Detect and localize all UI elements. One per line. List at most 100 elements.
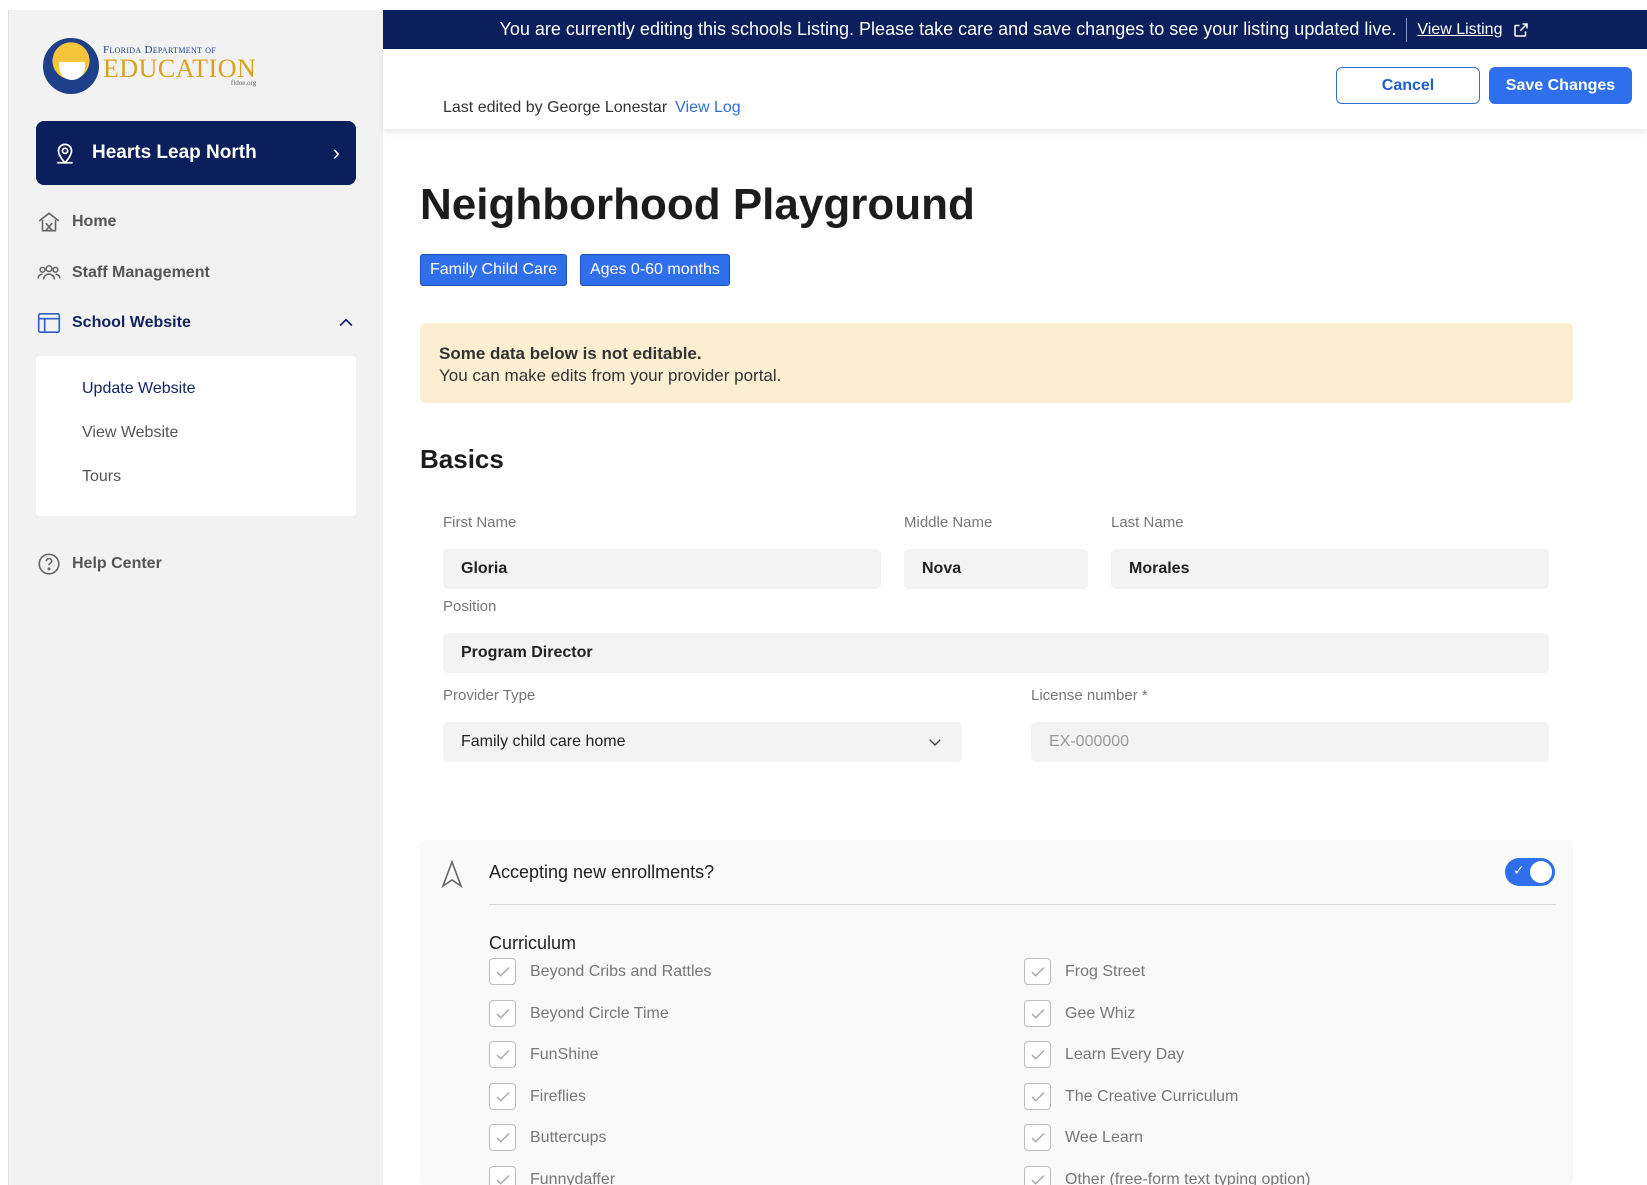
card-divider [489,904,1556,905]
curriculum-option-label: Beyond Circle Time [530,1004,669,1022]
fldoe-logo[interactable]: Florida Department of EDUCATION fldoe.or… [43,38,256,94]
notice-heading: Some data below is not editable. [439,344,702,363]
school-name: Hearts Leap North [92,142,257,163]
nav-help-label: Help Center [72,555,162,572]
nav-home[interactable]: Home [36,209,116,235]
last-edited-info: Last edited by George Lonestar View Log [443,99,741,117]
curriculum-option[interactable]: Beyond Cribs and Rattles [489,958,711,985]
check-icon [495,1132,510,1143]
curriculum-option[interactable]: Other (free-form text typing option) [1024,1166,1310,1185]
tag-age-range: Ages 0-60 months [580,254,730,286]
check-icon [495,1008,510,1019]
first-name-label: First Name [443,514,517,531]
fldoe-seal-icon [43,38,99,94]
checkbox[interactable] [489,1041,516,1068]
chevron-up-icon[interactable] [336,313,356,333]
checkbox[interactable] [489,1000,516,1027]
sidebar: Florida Department of EDUCATION fldoe.or… [8,10,383,1185]
checkbox[interactable] [1024,1041,1051,1068]
provider-type-value: Family child care home [461,733,626,750]
curriculum-option[interactable]: FunShine [489,1041,599,1068]
checkbox[interactable] [489,1166,516,1185]
curriculum-option-label: Frog Street [1065,962,1146,980]
nav-school-website-label: School Website [72,314,191,331]
accepting-enrollments-toggle[interactable]: ✓ [1505,858,1555,886]
checkbox[interactable] [1024,1166,1051,1185]
last-name-label: Last Name [1111,514,1184,531]
editing-banner: You are currently editing this schools L… [383,10,1647,49]
help-icon [38,553,60,575]
curriculum-option[interactable]: The Creative Curriculum [1024,1083,1238,1110]
middle-name-label: Middle Name [904,514,993,531]
view-log-link[interactable]: View Log [675,99,741,116]
curriculum-option-label: Learn Every Day [1065,1045,1185,1063]
curriculum-heading: Curriculum [489,933,577,953]
checkbox[interactable] [489,958,516,985]
view-listing-link[interactable]: View Listing [1417,21,1502,39]
subnav-update-website[interactable]: Update Website [82,380,196,398]
browser-window-icon [37,312,61,334]
nav-help-center[interactable]: Help Center [36,551,162,577]
subnav-tours[interactable]: Tours [82,468,121,486]
checkbox[interactable] [489,1083,516,1110]
nav-school-website[interactable]: School Website [36,310,356,336]
checkbox[interactable] [1024,1083,1051,1110]
navigation-arrow-icon [441,860,463,888]
home-icon [38,212,60,232]
banner-separator [1406,17,1408,42]
curriculum-option[interactable]: Learn Every Day [1024,1041,1184,1068]
logo-sub-text: fldoe.org [230,79,257,87]
curriculum-option-label: Buttercups [530,1128,607,1146]
not-editable-notice: Some data below is not editable. You can… [420,323,1573,403]
curriculum-option-label: Gee Whiz [1065,1004,1136,1022]
banner-message: You are currently editing this schools L… [499,19,1397,39]
check-icon [495,1091,510,1102]
page-title: Neighborhood Playground [420,180,975,229]
school-switcher[interactable]: Hearts Leap North › [36,121,356,185]
position-field[interactable]: Program Director [443,633,1549,673]
subnav-view-website[interactable]: View Website [82,424,178,442]
nav-staff-management[interactable]: Staff Management [36,260,210,286]
external-link-icon[interactable] [1512,21,1530,39]
checkbox[interactable] [489,1124,516,1151]
tag-provider-type: Family Child Care [420,254,568,286]
curriculum-option-label: Wee Learn [1065,1128,1143,1146]
curriculum-option[interactable]: Beyond Circle Time [489,1000,669,1027]
curriculum-option[interactable]: Frog Street [1024,958,1145,985]
first-name-field[interactable]: Gloria [443,549,881,589]
curriculum-option[interactable]: Buttercups [489,1124,606,1151]
curriculum-option[interactable]: Fireflies [489,1083,586,1110]
checkbox[interactable] [1024,1124,1051,1151]
curriculum-option-label: FunShine [530,1045,599,1063]
accepting-enrollments-label: Accepting new enrollments? [489,862,715,882]
check-icon [1030,1049,1045,1060]
curriculum-option-label: Funnydaffer [530,1170,616,1185]
nav-home-label: Home [72,213,117,230]
curriculum-option[interactable]: Funnydaffer [489,1166,615,1185]
check-icon [495,966,510,977]
curriculum-option-label: Fireflies [530,1087,587,1105]
check-icon [1030,1174,1045,1185]
editor-header: Last edited by George Lonestar View Log C… [383,49,1647,129]
people-icon [37,265,61,280]
check-icon: ✓ [1513,862,1525,878]
checkbox[interactable] [1024,1000,1051,1027]
curriculum-option[interactable]: Wee Learn [1024,1124,1143,1151]
cancel-button[interactable]: Cancel [1336,67,1480,104]
curriculum-option-label: Other (free-form text typing option) [1065,1170,1311,1185]
provider-type-select[interactable]: Family child care home [443,722,962,762]
chevron-down-icon [929,739,941,746]
curriculum-option[interactable]: Gee Whiz [1024,1000,1135,1027]
save-changes-button[interactable]: Save Changes [1489,67,1632,104]
middle-name-field[interactable]: Nova [904,549,1088,589]
check-icon [495,1174,510,1185]
license-number-field[interactable]: EX-000000 [1031,722,1549,762]
checkbox[interactable] [1024,958,1051,985]
last-name-field[interactable]: Morales [1111,549,1549,589]
last-edited-text: Last edited by George Lonestar [443,99,668,116]
position-label: Position [443,598,497,615]
provider-type-label: Provider Type [443,687,536,704]
check-icon [1030,1132,1045,1143]
curriculum-option-label: The Creative Curriculum [1065,1087,1239,1105]
check-icon [1030,1091,1045,1102]
